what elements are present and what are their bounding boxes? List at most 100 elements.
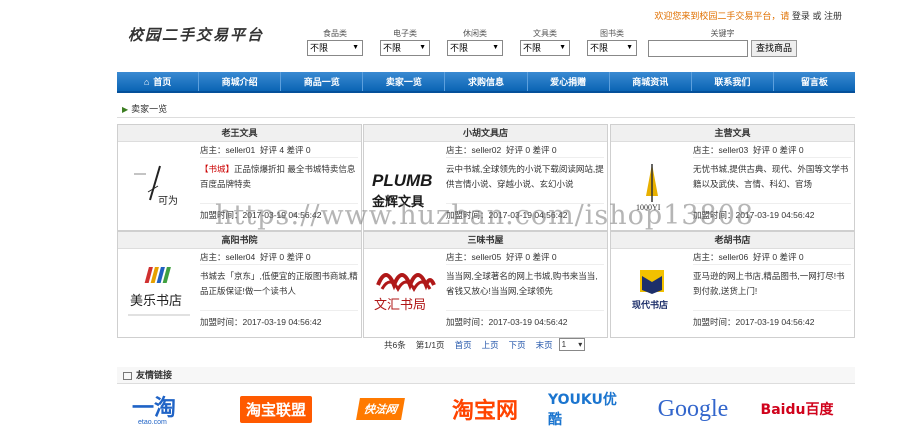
seller-card[interactable]: 老胡书店 现代书店 店主：seller06 好评 0 差评 0 亚马逊的网上书店… (610, 231, 855, 338)
link-text: Baidu百度 (760, 402, 834, 418)
seller-card[interactable]: 三味书屋 文汇书局 店主：seller05 好评 0 差评 0 当当网,全球著名… (363, 231, 608, 338)
section-title: 卖家一览 (131, 104, 168, 114)
seller-card[interactable]: 主营文具 1000YI 店主：seller03 好评 0 差评 0 无忧书城,提… (610, 124, 855, 231)
register-link[interactable]: 注册 (824, 11, 842, 21)
seller-name[interactable]: 高阳书院 (118, 232, 361, 249)
search-button[interactable]: 查找商品 (751, 40, 798, 57)
link-text: 淘宝网 (451, 399, 518, 424)
link-text: Google (657, 395, 729, 422)
seller-desc: 当当网,全球著名的网上书城,购书来当当,省钱又放心!当当网,全球领先 (446, 271, 598, 296)
seller-desc: 书城去「京东」,低便宜的正版图书商城,精品正版保证!做一个读书人 (200, 271, 358, 296)
main-nav: ⌂ 首页 商城介绍 商品一览 卖家一览 求购信息 爱心捐赠 商城资讯 联系我们 留… (117, 72, 855, 93)
svg-text:etao.com: etao.com (138, 419, 167, 425)
select-value: 不限 (590, 43, 609, 53)
seller-name[interactable]: 主营文具 (611, 125, 854, 142)
owner-text: 店主：seller04 (200, 252, 256, 262)
seller-name[interactable]: 老胡书店 (611, 232, 854, 249)
owner-text: 店主：seller03 (693, 145, 749, 155)
food-select[interactable]: 不限 ▼ (307, 40, 363, 56)
nav-about[interactable]: 商城介绍 (199, 72, 282, 91)
link-kuaifa[interactable]: 快法网 (343, 393, 418, 425)
page-select[interactable]: 1 ▾ (558, 338, 586, 351)
logo-text: 美乐书店 (130, 294, 182, 309)
dropdown-arrow-icon: ▼ (559, 44, 566, 51)
seller-logo[interactable]: 可为 (122, 146, 196, 226)
nav-products[interactable]: 商品一览 (281, 72, 364, 91)
logo-text: 文汇书局 (374, 298, 426, 313)
next-page-link[interactable]: 下页 (509, 339, 526, 351)
dropdown-arrow-icon: ▼ (492, 44, 499, 51)
nav-donate[interactable]: 爱心捐赠 (528, 72, 610, 91)
nav-wanted[interactable]: 求购信息 (445, 72, 528, 91)
filter-electronics: 电子类 不限 ▼ (380, 28, 430, 56)
nav-home[interactable]: ⌂ 首页 (117, 72, 200, 91)
keyword-input[interactable] (648, 40, 748, 57)
keyword-group: 关键字 查找商品 (648, 28, 798, 57)
seller-desc: 亚马逊的网上书店,精品图书,一网打尽!书到付款,送货上门! (693, 271, 845, 296)
leisure-select[interactable]: 不限 ▼ (447, 40, 503, 56)
keyword-label: 关键字 (710, 29, 735, 38)
join-time: 加盟时间：2017-03-19 04:56:42 (200, 210, 322, 220)
image-icon (123, 371, 132, 380)
svg-text:PLUMB: PLUMB (372, 171, 432, 190)
link-text: YOUKU优酷 (548, 392, 617, 426)
last-page-link[interactable]: 末页 (536, 339, 553, 351)
stationery-select[interactable]: 不限 ▼ (520, 40, 570, 56)
total-count: 共6条 (384, 339, 406, 350)
nav-guestbook[interactable]: 留言板 (774, 72, 855, 91)
dropdown-arrow-icon: ▼ (352, 44, 359, 51)
select-value: 不限 (523, 43, 542, 53)
user-topbar: 欢迎您来到校园二手交易平台，请 登录 或 注册 (654, 9, 842, 22)
filter-leisure: 休闲类 不限 ▼ (447, 28, 503, 56)
seller-logo[interactable]: 文汇书局 (368, 253, 442, 333)
logo-text: 1000YI (636, 203, 661, 212)
link-baidu[interactable]: Baidu百度 (760, 393, 834, 425)
link-taobao[interactable]: 淘宝网 (443, 393, 527, 425)
home-icon: ⌂ (143, 77, 150, 87)
login-link[interactable]: 登录 (792, 11, 810, 21)
nav-sellers[interactable]: 卖家一览 (363, 72, 446, 91)
filter-label: 图书类 (600, 29, 624, 38)
triangle-icon: ▶ (122, 105, 129, 114)
electronics-select[interactable]: 不限 ▼ (380, 40, 430, 56)
rating-text: 好评 0 差评 0 (506, 145, 557, 155)
seller-name[interactable]: 小胡文具店 (364, 125, 607, 142)
link-youku[interactable]: YOUKU优酷 (548, 392, 630, 426)
dropdown-arrow-icon: ▼ (626, 44, 633, 51)
seller-card[interactable]: 老王文具 可为 店主：seller01 好评 4 差评 0 【书城】正品惊爆折扣… (117, 124, 362, 231)
join-time: 加盟时间：2017-03-19 04:56:42 (200, 317, 322, 327)
nav-news[interactable]: 商城资讯 (610, 72, 692, 91)
welcome-text: 欢迎您来到校园二手交易平台，请 (654, 11, 790, 21)
seller-logo[interactable]: 1000YI (615, 146, 689, 226)
seller-logo[interactable]: 美乐书店 (122, 253, 196, 333)
seller-logo[interactable]: PLUMB 金辉文具 (368, 146, 442, 226)
link-text: 淘宝联盟 (239, 395, 312, 423)
select-value: 不限 (450, 43, 469, 53)
site-logo[interactable]: 校园二手交易平台 (128, 24, 264, 45)
filter-label: 休闲类 (463, 29, 487, 38)
filter-label: 食品类 (323, 29, 347, 38)
select-value: 不限 (310, 43, 329, 53)
filter-label: 文具类 (533, 29, 557, 38)
books-select[interactable]: 不限 ▼ (587, 40, 637, 56)
link-text: 一淘 (132, 395, 176, 421)
link-google[interactable]: Google (650, 393, 736, 425)
nav-contact[interactable]: 联系我们 (692, 72, 774, 91)
link-etao[interactable]: 一淘 etao.com (128, 393, 214, 425)
seller-logo[interactable]: 现代书店 (615, 253, 689, 333)
logo-text: 现代书店 (632, 299, 668, 311)
or-text: 或 (812, 11, 822, 21)
prev-page-link[interactable]: 上页 (482, 339, 499, 351)
filter-bar: 食品类 不限 ▼ 电子类 不限 ▼ 休闲类 不限 ▼ 文具类 不限 ▼ 图书类 不限 ▼ … (307, 28, 798, 57)
owner-text: 店主：seller01 (200, 145, 256, 155)
seller-card[interactable]: 小胡文具店 PLUMB 金辉文具 店主：seller02 好评 0 差评 0 云… (363, 124, 608, 231)
first-page-link[interactable]: 首页 (455, 339, 472, 351)
seller-name[interactable]: 三味书屋 (364, 232, 607, 249)
join-time: 加盟时间：2017-03-19 04:56:42 (446, 317, 568, 327)
link-taobao-union[interactable]: 淘宝联盟 (236, 393, 316, 425)
seller-name[interactable]: 老王文具 (118, 125, 361, 142)
logo-text: 金辉文具 (371, 194, 424, 210)
nav-label: 首页 (153, 77, 172, 87)
seller-card[interactable]: 高阳书院 美乐书店 店主：seller04 好评 0 差评 0 书城去「京东」,… (117, 231, 362, 338)
join-time: 加盟时间：2017-03-19 04:56:42 (693, 317, 815, 327)
